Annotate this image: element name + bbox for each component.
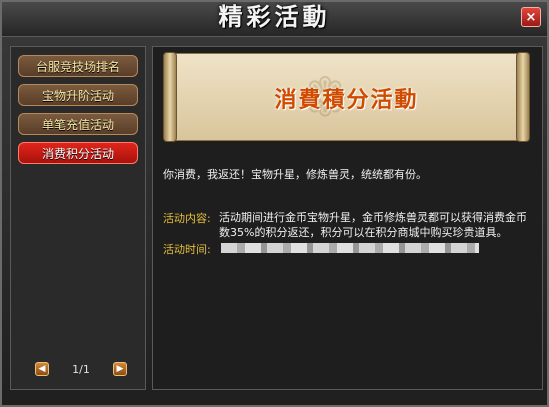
- content-label: 活动内容:: [163, 212, 211, 225]
- banner-title: 消費積分活動: [274, 88, 419, 113]
- time-label: 活动时间:: [163, 243, 211, 256]
- menu-item-single-recharge[interactable]: 单笔充值活动: [18, 113, 138, 135]
- title-bar: 精彩活動 ×: [2, 2, 547, 37]
- next-page-button[interactable]: ▶: [112, 362, 127, 376]
- close-button[interactable]: ×: [521, 7, 541, 27]
- window-title: 精彩活動: [218, 3, 331, 31]
- page-indicator: 1/1: [72, 362, 90, 376]
- prev-page-button[interactable]: ◀: [35, 362, 49, 376]
- menu-item-arena-ranking[interactable]: 台服竞技场排名: [18, 55, 138, 77]
- event-window: 精彩活動 × 台服竞技场排名 宝物升阶活动 单笔充值活动 消费积分活动 ◀ 1/…: [0, 0, 549, 407]
- pager: ◀ 1/1 ▶: [35, 361, 127, 377]
- menu-item-treasure-upgrade[interactable]: 宝物升阶活动: [18, 84, 138, 106]
- event-banner: ❁ 消費積分活動: [163, 52, 530, 142]
- menu-item-consumption-points[interactable]: 消费积分活动: [18, 142, 138, 164]
- event-list-panel: 台服竞技场排名 宝物升阶活动 单笔充值活动 消费积分活动 ◀ 1/1 ▶: [10, 46, 146, 390]
- event-detail-panel: ❁ 消費積分活動 你消费，我返还！宝物升星，修炼兽灵，统统都有份。 活动内容: …: [152, 46, 543, 390]
- redacted-time-value: [221, 243, 479, 253]
- event-intro: 你消费，我返还！宝物升星，修炼兽灵，统统都有份。: [163, 168, 427, 181]
- event-menu: 台服竞技场排名 宝物升阶活动 单笔充值活动 消费积分活动: [18, 55, 138, 171]
- content-text: 活动期间进行金币宝物升星，金币修炼兽灵都可以获得消费金币数35%的积分返还，积分…: [219, 211, 527, 239]
